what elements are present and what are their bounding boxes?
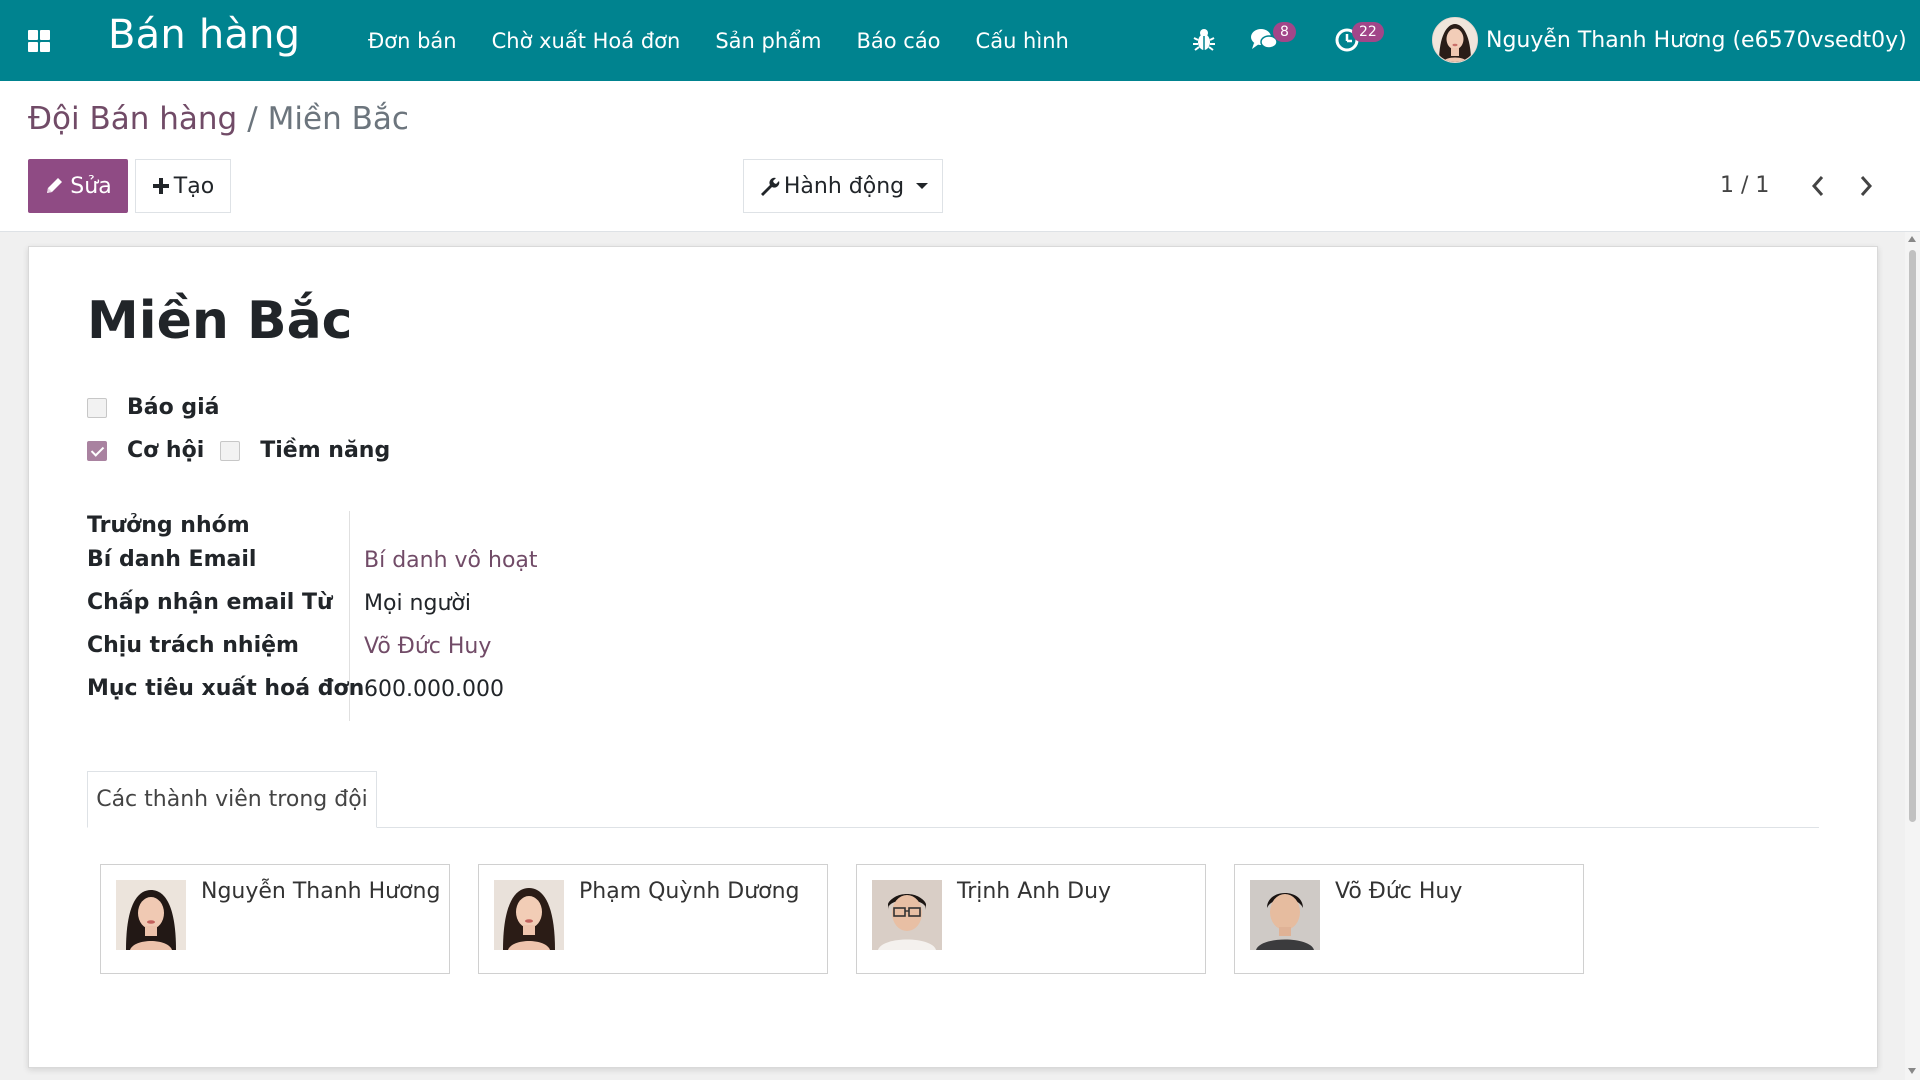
debug-bug-icon[interactable] <box>1192 27 1216 57</box>
member-name: Trịnh Anh Duy <box>957 879 1112 904</box>
invoicing-target-label: Mục tiêu xuất hoá đơn <box>87 676 365 701</box>
breadcrumb-parent-link[interactable]: Đội Bán hàng <box>28 101 237 137</box>
quotations-checkbox[interactable] <box>87 397 107 418</box>
plus-icon <box>152 178 169 194</box>
invoicing-target-value: 600.000.000 <box>364 677 504 702</box>
accept-emails-from-value: Mọi người <box>364 591 471 616</box>
menu-item-configuration[interactable]: Cấu hình <box>976 29 1069 53</box>
male-avatar-icon <box>1250 880 1320 950</box>
app-title[interactable]: Bán hàng <box>108 12 300 58</box>
user-name: Nguyễn Thanh Hương (e6570vsedt0y) <box>1486 27 1907 53</box>
edit-button[interactable]: Sửa <box>28 159 128 213</box>
breadcrumb: Đội Bán hàng / Miền Bắc <box>28 101 409 137</box>
menu-item-products[interactable]: Sản phẩm <box>715 29 821 53</box>
form-sheet: Miền Bắc Báo giá Cơ hội Tiềm năng Trưởng… <box>28 246 1878 1068</box>
activities-badge: 22 <box>1352 22 1384 42</box>
scroll-down-arrow-icon[interactable] <box>1908 1068 1916 1074</box>
messages-badge: 8 <box>1273 22 1296 42</box>
checkbox-row-opportunities: Cơ hội Tiềm năng <box>87 438 390 463</box>
female-avatar-icon <box>116 880 186 950</box>
opportunities-label: Cơ hội <box>127 438 205 463</box>
create-button[interactable]: Tạo <box>135 159 231 213</box>
menu-item-reporting[interactable]: Báo cáo <box>856 29 940 53</box>
leads-label: Tiềm năng <box>260 438 391 463</box>
scroll-up-arrow-icon[interactable] <box>1908 236 1916 242</box>
pager-next-icon[interactable] <box>1856 173 1876 203</box>
quotations-label: Báo giá <box>127 395 220 420</box>
action-caret-icon <box>916 183 929 189</box>
member-name: Nguyễn Thanh Hương <box>201 879 441 904</box>
member-card[interactable]: Võ Đức Huy <box>1234 864 1584 974</box>
member-card[interactable]: Phạm Quỳnh Dương <box>478 864 828 974</box>
breadcrumb-separator: / <box>247 101 258 137</box>
user-avatar <box>1432 17 1478 63</box>
page-scrollbar[interactable] <box>1905 232 1920 1080</box>
scrollbar-thumb[interactable] <box>1909 250 1916 822</box>
leads-checkbox[interactable] <box>220 440 241 461</box>
action-dropdown-button[interactable]: Hành động <box>743 159 943 213</box>
breadcrumb-current: Miền Bắc <box>267 101 409 137</box>
member-name: Phạm Quỳnh Dương <box>579 879 800 904</box>
member-card[interactable]: Nguyễn Thanh Hương <box>100 864 450 974</box>
accept-emails-from-label: Chấp nhận email Từ <box>87 590 333 615</box>
responsible-label: Chịu trách nhiệm <box>87 633 299 658</box>
tab-team-members[interactable]: Các thành viên trong đội <box>87 771 377 828</box>
wrench-icon <box>760 177 780 196</box>
create-button-label: Tạo <box>173 173 215 199</box>
responsible-value[interactable]: Võ Đức Huy <box>364 634 491 659</box>
control-panel: Đội Bán hàng / Miền Bắc Sửa Tạo Hành động … <box>0 81 1920 232</box>
record-title: Miền Bắc <box>87 291 353 351</box>
checkbox-row-quotations: Báo giá <box>87 395 220 420</box>
user-menu[interactable]: Nguyễn Thanh Hương (e6570vsedt0y) <box>1432 14 1920 66</box>
apps-menu-icon[interactable] <box>26 27 54 55</box>
action-button-label: Hành động <box>783 173 905 199</box>
main-menu: Đơn bán Chờ xuất Hoá đơn Sản phẩm Báo cá… <box>368 0 1104 81</box>
pencil-icon <box>47 178 63 193</box>
email-alias-label: Bí danh Email <box>87 547 257 572</box>
menu-item-orders[interactable]: Đơn bán <box>368 29 457 53</box>
menu-item-to-invoice[interactable]: Chờ xuất Hoá đơn <box>492 29 681 53</box>
member-name: Võ Đức Huy <box>1335 879 1463 904</box>
top-navbar: Bán hàng Đơn bán Chờ xuất Hoá đơn Sản ph… <box>0 0 1920 81</box>
female-avatar-icon <box>494 880 564 950</box>
pager-counter[interactable]: 1 / 1 <box>1720 173 1769 198</box>
member-card[interactable]: Trịnh Anh Duy <box>856 864 1206 974</box>
male-glasses-avatar-icon <box>872 880 942 950</box>
pager-previous-icon[interactable] <box>1808 173 1828 203</box>
email-alias-value[interactable]: Bí danh vô hoạt <box>364 548 538 573</box>
opportunities-checkbox[interactable] <box>87 440 107 461</box>
team-leader-label: Trưởng nhóm <box>87 513 250 538</box>
edit-button-label: Sửa <box>70 173 112 199</box>
